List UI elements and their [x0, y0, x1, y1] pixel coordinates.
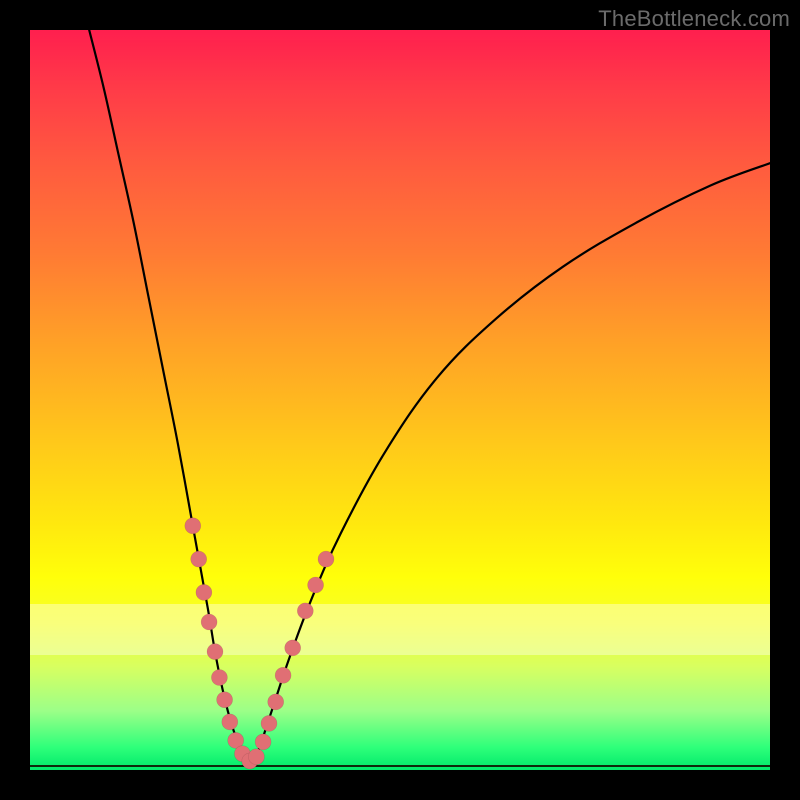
data-marker	[196, 584, 212, 600]
marker-layer	[185, 518, 334, 769]
data-marker	[191, 551, 207, 567]
data-marker	[318, 551, 334, 567]
data-marker	[248, 749, 264, 765]
data-marker	[201, 614, 217, 630]
left-branch-path	[89, 30, 252, 763]
curve-layer	[89, 30, 770, 763]
data-marker	[261, 715, 277, 731]
data-marker	[222, 714, 238, 730]
data-marker	[217, 692, 233, 708]
data-marker	[185, 518, 201, 534]
data-marker	[255, 734, 271, 750]
data-marker	[297, 603, 313, 619]
data-marker	[207, 644, 223, 660]
data-marker	[275, 667, 291, 683]
chart-frame: TheBottleneck.com	[0, 0, 800, 800]
data-marker	[268, 694, 284, 710]
data-marker	[285, 640, 301, 656]
watermark-text: TheBottleneck.com	[598, 6, 790, 32]
right-branch-path	[252, 163, 770, 762]
chart-svg	[30, 30, 770, 770]
data-marker	[211, 670, 227, 686]
data-marker	[308, 577, 324, 593]
plot-area	[30, 30, 770, 770]
